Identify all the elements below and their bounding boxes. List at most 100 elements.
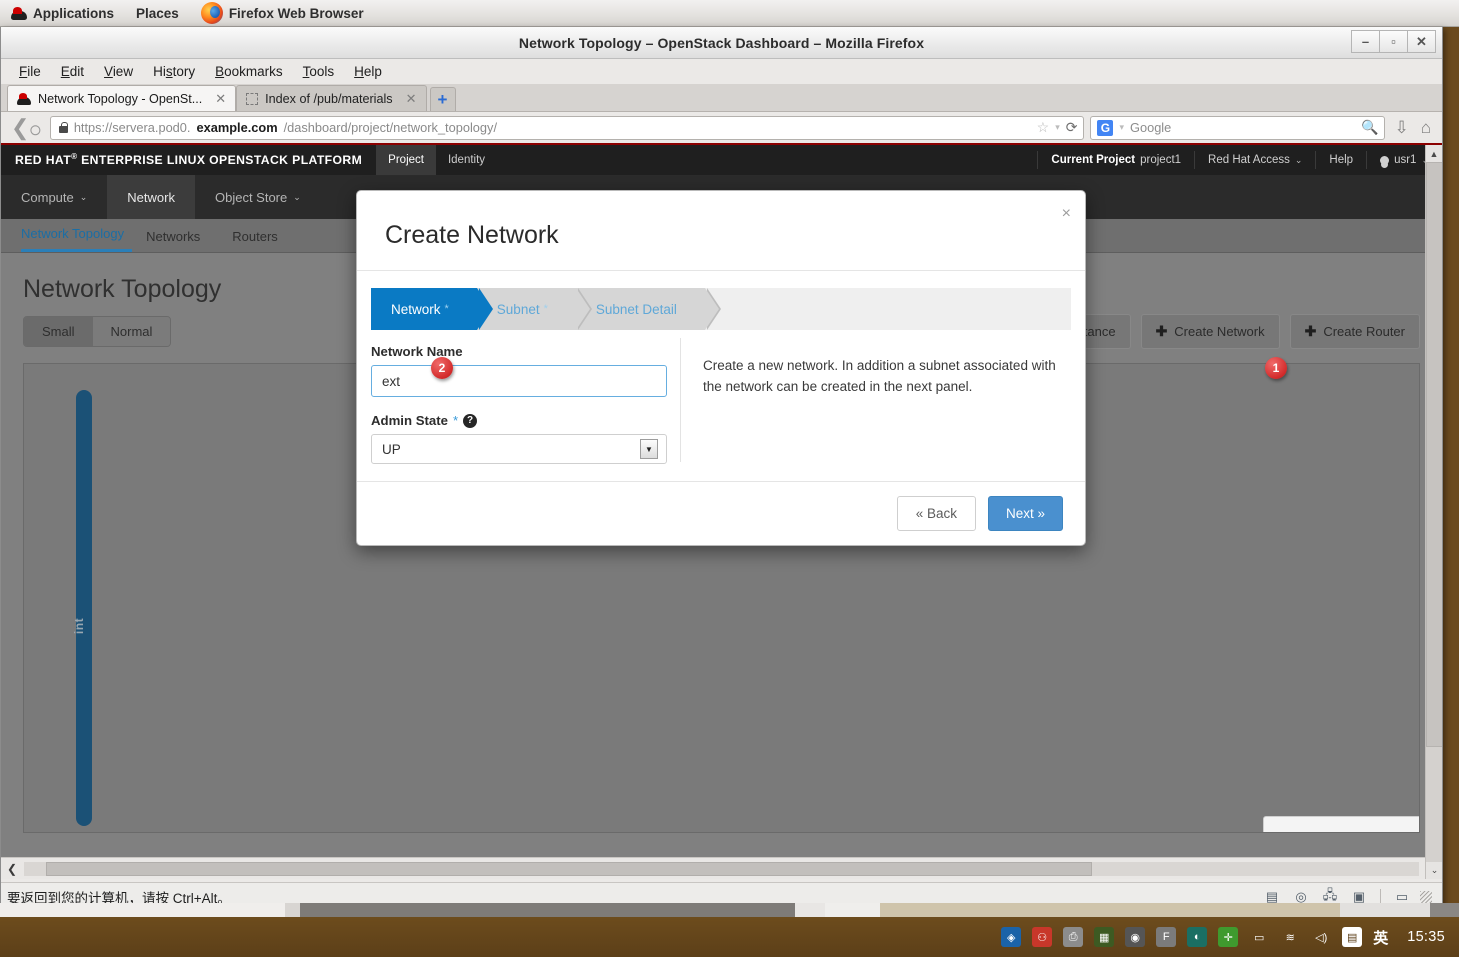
- callout-badge-1: 1: [1265, 357, 1287, 379]
- menu-history[interactable]: History: [143, 64, 205, 79]
- maximize-button[interactable]: ▫: [1379, 30, 1408, 53]
- bookmark-star-icon[interactable]: ☆: [1037, 119, 1050, 136]
- horizontal-scroll-track[interactable]: [24, 861, 1419, 876]
- resize-grip-icon[interactable]: [1420, 890, 1432, 903]
- page-vertical-scrollbar[interactable]: ▲ ⌄: [1425, 145, 1442, 879]
- archive-manager-icon[interactable]: ◈: [1001, 927, 1022, 947]
- browser-tab-2-title: Index of /pub/materials: [265, 91, 393, 106]
- url-bar[interactable]: https://servera.pod0. example.com/dashboa…: [49, 115, 1085, 140]
- close-icon[interactable]: ×: [1062, 205, 1071, 223]
- printer-icon[interactable]: ⎙: [1063, 927, 1084, 947]
- menu-file[interactable]: File: [9, 64, 51, 79]
- notes-icon[interactable]: ▤: [1342, 927, 1363, 947]
- openstack-brand: RED HAT® ENTERPRISE LINUX OPENSTACK PLAT…: [1, 152, 376, 167]
- next-button[interactable]: Next »: [987, 496, 1063, 531]
- admin-state-label: Admin State * ?: [371, 413, 662, 428]
- modal-body: Network Name ext Admin State * ? UP ▼ Cr…: [357, 330, 1085, 464]
- horizontal-scroll-thumb[interactable]: [46, 861, 1092, 876]
- window-controls: – ▫ ✕: [1351, 30, 1436, 53]
- modal-footer: « Back Next »: [357, 481, 1085, 545]
- red-hat-access-menu[interactable]: Red Hat Access ⌄: [1194, 151, 1315, 169]
- help-link[interactable]: Help: [1315, 151, 1366, 169]
- topology-size-toggle: Small Normal: [23, 316, 172, 347]
- browser-tab-2[interactable]: Index of /pub/materials ✕: [236, 85, 427, 111]
- system-tray: ◈ ⚇ ⎙ ▦ ◉ F ◐ ✛ ▭ ≋ ◁) ▤ 英 15:35: [1001, 927, 1459, 948]
- network-node-label: int: [72, 617, 87, 635]
- current-project-label: Current Project: [1051, 154, 1136, 166]
- scroll-up-icon[interactable]: ▲: [1426, 145, 1442, 162]
- tab-routers[interactable]: Routers: [232, 229, 296, 252]
- wifi-icon[interactable]: ≋: [1280, 927, 1300, 947]
- menu-edit[interactable]: Edit: [51, 64, 94, 79]
- back-button[interactable]: « Back: [896, 496, 976, 531]
- browser-tab-1-title: Network Topology - OpenSt...: [38, 91, 203, 106]
- battery-icon[interactable]: ▭: [1249, 927, 1269, 947]
- tab-network-topology[interactable]: Network Topology: [21, 226, 133, 252]
- home-icon[interactable]: ⌂: [1418, 118, 1434, 138]
- wizard-step-subnet-label: Subnet: [496, 301, 540, 317]
- minimize-button[interactable]: –: [1351, 30, 1380, 53]
- user-menu-label: usr1: [1394, 154, 1417, 166]
- sub-nav-object-store-label: Object Store: [214, 189, 288, 205]
- network-node-int[interactable]: [76, 390, 92, 826]
- menu-view[interactable]: View: [94, 64, 143, 79]
- wizard-step-network-label: Network: [391, 301, 441, 317]
- size-toggle-small[interactable]: Small: [24, 317, 93, 346]
- search-input-placeholder: Google: [1130, 120, 1172, 135]
- network-name-input[interactable]: ext: [371, 365, 667, 397]
- scroll-down-icon[interactable]: ⌄: [1426, 862, 1442, 879]
- penguin-user-icon[interactable]: ⚇: [1032, 927, 1053, 947]
- chrome-like-icon[interactable]: ◐: [1187, 927, 1208, 947]
- chevron-down-icon[interactable]: ▾: [1055, 122, 1060, 133]
- top-nav-project[interactable]: Project: [376, 145, 436, 175]
- question-icon[interactable]: ?: [463, 413, 478, 428]
- back-forward-icon[interactable]: ❮၀: [9, 116, 44, 139]
- downloads-icon[interactable]: ⇩: [1391, 118, 1411, 138]
- volume-icon[interactable]: ◁): [1311, 927, 1331, 947]
- sub-nav-compute-label: Compute: [21, 189, 74, 205]
- sub-nav-network[interactable]: Network: [107, 175, 195, 219]
- window-title: Network Topology – OpenStack Dashboard –…: [518, 34, 925, 51]
- wizard-step-network[interactable]: Network *: [371, 288, 493, 330]
- menu-help[interactable]: Help: [344, 64, 392, 79]
- add-plugin-icon[interactable]: ✛: [1218, 927, 1239, 947]
- tab-bar: Network Topology - OpenSt... ✕ Index of …: [1, 84, 1442, 112]
- page-horizontal-scrollbar[interactable]: ❮ ❯: [1, 857, 1442, 879]
- create-network-button[interactable]: ✚ Create Network: [1140, 314, 1280, 349]
- font-icon[interactable]: F: [1156, 927, 1177, 947]
- shell-icon[interactable]: ◉: [1125, 927, 1146, 947]
- sub-nav-compute[interactable]: Compute ⌄: [1, 175, 107, 219]
- active-window-button[interactable]: Firefox Web Browser: [190, 0, 375, 27]
- scroll-left-icon[interactable]: ❮: [1, 858, 23, 880]
- sub-nav-network-label: Network: [127, 189, 175, 205]
- admin-state-select[interactable]: UP ▼: [371, 434, 667, 464]
- desktop-taskbar: ◈ ⚇ ⎙ ▦ ◉ F ◐ ✛ ▭ ≋ ◁) ▤ 英 15:35: [0, 917, 1459, 957]
- search-bar[interactable]: G ▾ Google 🔍: [1090, 115, 1386, 140]
- chevron-down-icon[interactable]: ▾: [1119, 122, 1124, 133]
- wizard-step-subnet-detail[interactable]: Subnet Detail: [575, 288, 722, 330]
- chevron-down-icon[interactable]: ▼: [640, 439, 658, 459]
- places-menu[interactable]: Places: [125, 0, 190, 27]
- menu-tools[interactable]: Tools: [293, 64, 345, 79]
- size-toggle-normal[interactable]: Normal: [92, 317, 171, 346]
- create-router-button[interactable]: ✚ Create Router: [1289, 314, 1420, 349]
- tab-close-icon[interactable]: ✕: [215, 91, 226, 107]
- blank-favicon-icon: [246, 92, 259, 105]
- search-icon[interactable]: 🔍: [1361, 119, 1378, 136]
- chevron-down-icon: ⌄: [79, 191, 88, 202]
- tab-close-icon[interactable]: ✕: [406, 91, 417, 107]
- tab-networks[interactable]: Networks: [146, 229, 218, 252]
- nvidia-settings-icon[interactable]: ▦: [1094, 927, 1115, 947]
- new-tab-button[interactable]: +: [429, 87, 456, 111]
- top-nav-identity[interactable]: Identity: [436, 145, 497, 175]
- vertical-scroll-thumb[interactable]: [1426, 162, 1442, 747]
- sub-nav-object-store[interactable]: Object Store ⌄: [195, 175, 321, 219]
- ime-indicator[interactable]: 英: [1373, 927, 1388, 948]
- close-button[interactable]: ✕: [1407, 30, 1436, 53]
- reload-icon[interactable]: ⟳: [1066, 119, 1078, 136]
- callout-badge-2: 2: [431, 357, 453, 379]
- menu-bookmarks[interactable]: Bookmarks: [205, 64, 293, 79]
- browser-tab-1[interactable]: Network Topology - OpenSt... ✕: [7, 85, 237, 111]
- taskbar-clock[interactable]: 15:35: [1407, 929, 1445, 945]
- applications-menu[interactable]: Applications: [0, 0, 125, 27]
